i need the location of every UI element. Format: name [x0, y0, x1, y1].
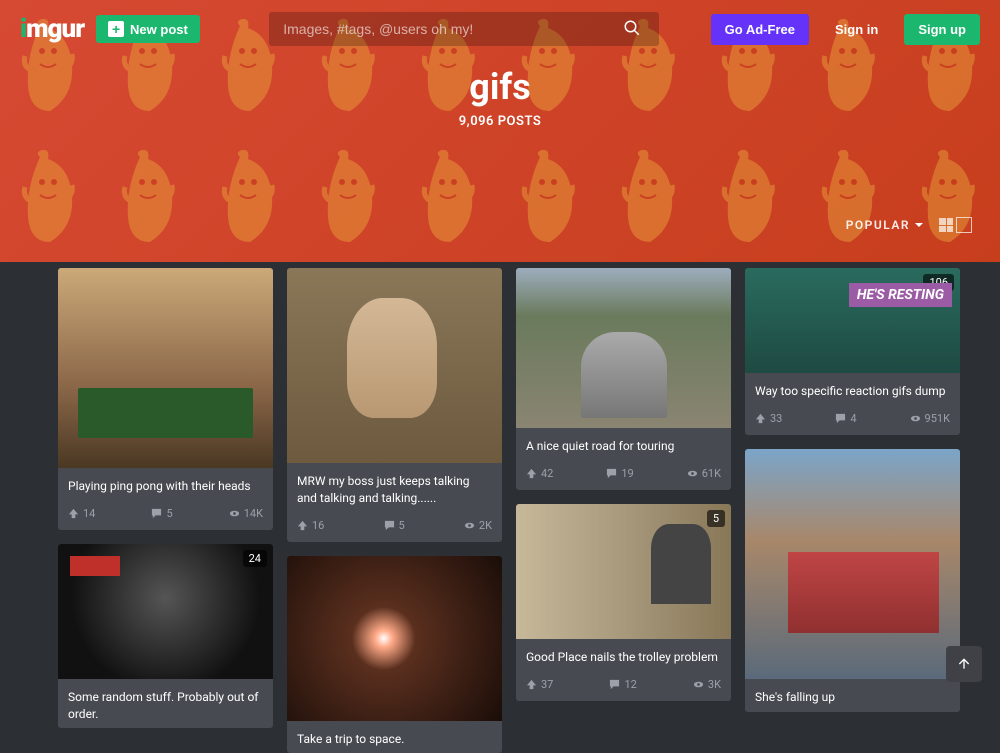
- comment-icon: [609, 679, 620, 690]
- scroll-to-top-button[interactable]: [946, 646, 982, 682]
- post-card[interactable]: 106 Way too specific reaction gifs dump …: [745, 268, 960, 435]
- views-stat: 14K: [229, 507, 263, 520]
- view-waterfall-icon[interactable]: [956, 217, 972, 233]
- post-title: She's falling up: [755, 689, 950, 706]
- eye-icon: [693, 679, 704, 690]
- upvote-stat[interactable]: 37: [526, 678, 553, 691]
- logo[interactable]: imgur: [20, 14, 84, 44]
- gallery-column: Playing ping pong with their heads 14 5 …: [58, 268, 273, 753]
- search-button[interactable]: [623, 12, 641, 46]
- post-stats: 14 5 14K: [58, 501, 273, 530]
- go-adfree-button[interactable]: Go Ad-Free: [711, 14, 809, 45]
- post-title: MRW my boss just keeps talking and talki…: [297, 473, 492, 507]
- view-uniform-icon[interactable]: [938, 217, 954, 233]
- upvote-stat[interactable]: 16: [297, 519, 324, 532]
- post-thumbnail: [745, 449, 960, 679]
- post-title: Take a trip to space.: [297, 731, 492, 748]
- comment-stat[interactable]: 5: [151, 507, 172, 520]
- upvote-icon: [526, 468, 537, 479]
- sign-in-button[interactable]: Sign in: [821, 14, 892, 45]
- gallery-column: MRW my boss just keeps talking and talki…: [287, 268, 502, 753]
- hero-header: (function(){ var bp = document.currentSc…: [0, 0, 1000, 262]
- view-toggle: [938, 217, 972, 233]
- comment-icon: [384, 520, 395, 531]
- sign-up-button[interactable]: Sign up: [904, 14, 980, 45]
- upvote-icon: [297, 520, 308, 531]
- post-title: Good Place nails the trolley problem: [526, 649, 721, 666]
- new-post-button[interactable]: + New post: [96, 15, 200, 43]
- gallery-column: 106 Way too specific reaction gifs dump …: [745, 268, 960, 753]
- topbar: imgur + New post Go Ad-Free Sign in Sign…: [0, 0, 1000, 58]
- upvote-stat[interactable]: 33: [755, 412, 782, 425]
- eye-icon: [229, 508, 240, 519]
- comment-icon: [151, 508, 162, 519]
- post-thumbnail: [287, 556, 502, 721]
- post-title: Playing ping pong with their heads: [68, 478, 263, 495]
- comment-stat[interactable]: 4: [835, 412, 856, 425]
- upvote-stat[interactable]: 14: [68, 507, 95, 520]
- search-input[interactable]: [269, 12, 659, 46]
- post-thumbnail: [287, 268, 502, 463]
- image-count-badge: 24: [243, 550, 267, 567]
- post-title: Some random stuff. Probably out of order…: [68, 689, 263, 723]
- upvote-icon: [68, 508, 79, 519]
- sort-label: POPULAR: [846, 218, 910, 232]
- eye-icon: [910, 413, 921, 424]
- sort-dropdown[interactable]: POPULAR: [846, 218, 924, 232]
- views-stat: 61K: [687, 467, 721, 480]
- post-card[interactable]: MRW my boss just keeps talking and talki…: [287, 268, 502, 542]
- post-thumbnail: 106: [745, 268, 960, 373]
- views-stat: 951K: [910, 412, 950, 425]
- post-stats: 37 12 3K: [516, 672, 731, 701]
- upvote-icon: [755, 413, 766, 424]
- chevron-down-icon: [914, 220, 924, 230]
- tag-title: gifs: [0, 66, 1000, 108]
- comment-icon: [606, 468, 617, 479]
- post-card[interactable]: A nice quiet road for touring 42 19 61K: [516, 268, 731, 490]
- post-stats: 33 4 951K: [745, 406, 960, 435]
- post-title: Way too specific reaction gifs dump: [755, 383, 950, 400]
- eye-icon: [464, 520, 475, 531]
- image-count-badge: 106: [923, 274, 954, 291]
- plus-icon: +: [108, 21, 124, 37]
- arrow-up-icon: [956, 656, 972, 672]
- post-thumbnail: [58, 268, 273, 468]
- post-card[interactable]: Playing ping pong with their heads 14 5 …: [58, 268, 273, 530]
- eye-icon: [687, 468, 698, 479]
- upvote-icon: [526, 679, 537, 690]
- upvote-stat[interactable]: 42: [526, 467, 553, 480]
- post-card[interactable]: She's falling up: [745, 449, 960, 712]
- new-post-label: New post: [130, 22, 188, 37]
- image-count-badge: 5: [707, 510, 725, 527]
- post-card[interactable]: Take a trip to space.: [287, 556, 502, 753]
- tag-post-count: 9,096 POSTS: [0, 114, 1000, 129]
- post-thumbnail: 5: [516, 504, 731, 639]
- post-card[interactable]: 5 Good Place nails the trolley problem 3…: [516, 504, 731, 701]
- comment-stat[interactable]: 5: [384, 519, 405, 532]
- post-title: A nice quiet road for touring: [526, 438, 721, 455]
- post-stats: 16 5 2K: [287, 513, 502, 542]
- gallery-column: A nice quiet road for touring 42 19 61K …: [516, 268, 731, 753]
- sort-bar: POPULAR: [0, 217, 1000, 233]
- search-icon: [623, 19, 641, 37]
- post-card[interactable]: 24 Some random stuff. Probably out of or…: [58, 544, 273, 729]
- post-thumbnail: [516, 268, 731, 428]
- post-stats: 42 19 61K: [516, 461, 731, 490]
- comment-stat[interactable]: 19: [606, 467, 633, 480]
- tag-header: gifs 9,096 POSTS: [0, 66, 1000, 129]
- views-stat: 3K: [693, 678, 721, 691]
- views-stat: 2K: [464, 519, 492, 532]
- comment-stat[interactable]: 12: [609, 678, 636, 691]
- gallery: Playing ping pong with their heads 14 5 …: [0, 262, 1000, 753]
- comment-icon: [835, 413, 846, 424]
- search-wrap: [212, 12, 699, 46]
- post-thumbnail: 24: [58, 544, 273, 679]
